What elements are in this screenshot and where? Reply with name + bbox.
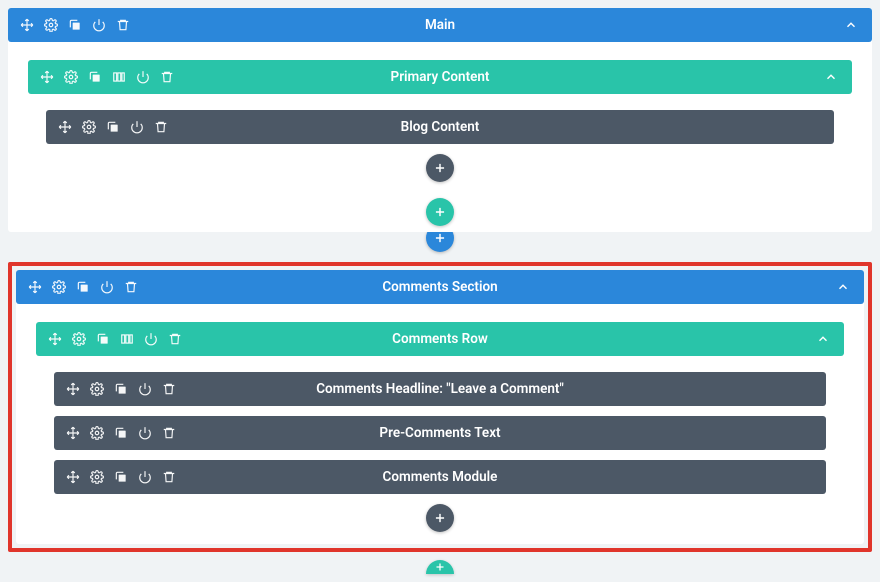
- collapse-button[interactable]: [836, 280, 864, 294]
- columns-icon[interactable]: [112, 70, 126, 84]
- collapse-button[interactable]: [816, 332, 844, 346]
- add-row-button-peek[interactable]: [426, 560, 454, 574]
- gear-icon[interactable]: [64, 70, 78, 84]
- power-icon[interactable]: [138, 426, 152, 440]
- duplicate-icon[interactable]: [88, 70, 102, 84]
- power-icon[interactable]: [92, 18, 106, 32]
- collapse-button[interactable]: [844, 18, 872, 32]
- trash-icon[interactable]: [168, 332, 182, 346]
- duplicate-icon[interactable]: [106, 120, 120, 134]
- module-pretext[interactable]: Pre-Comments Text: [54, 416, 826, 450]
- section-header-main[interactable]: Main: [8, 8, 872, 42]
- gear-icon[interactable]: [44, 18, 58, 32]
- trash-icon[interactable]: [162, 426, 176, 440]
- trash-icon[interactable]: [154, 120, 168, 134]
- section-body: Primary Content B: [8, 42, 872, 232]
- duplicate-icon[interactable]: [96, 332, 110, 346]
- row-header-comments[interactable]: Comments Row: [36, 322, 844, 356]
- move-icon[interactable]: [58, 120, 72, 134]
- power-icon[interactable]: [136, 70, 150, 84]
- duplicate-icon[interactable]: [114, 470, 128, 484]
- builder-canvas: Main Primary Content: [8, 8, 872, 574]
- section-comments: Comments Section Co: [16, 270, 864, 544]
- move-icon[interactable]: [66, 382, 80, 396]
- row-header-primary[interactable]: Primary Content: [28, 60, 852, 94]
- section-main: Main Primary Content: [8, 8, 872, 232]
- module-toolbar: [54, 426, 188, 440]
- gear-icon[interactable]: [52, 280, 66, 294]
- gear-icon[interactable]: [90, 382, 104, 396]
- add-module-button[interactable]: [426, 154, 454, 182]
- duplicate-icon[interactable]: [114, 382, 128, 396]
- module-toolbar: [46, 120, 180, 134]
- module-comments[interactable]: Comments Module: [54, 460, 826, 494]
- trash-icon[interactable]: [124, 280, 138, 294]
- row-comments: Comments Row: [36, 322, 844, 538]
- move-icon[interactable]: [20, 18, 34, 32]
- move-icon[interactable]: [48, 332, 62, 346]
- move-icon[interactable]: [28, 280, 42, 294]
- highlight-annotation: Comments Section Co: [8, 262, 872, 552]
- row-primary: Primary Content B: [28, 60, 852, 188]
- power-icon[interactable]: [144, 332, 158, 346]
- gear-icon[interactable]: [90, 426, 104, 440]
- gear-icon[interactable]: [82, 120, 96, 134]
- row-body: Comments Headline: "Leave a Comment": [36, 356, 844, 538]
- collapse-button[interactable]: [824, 70, 852, 84]
- section-header-comments[interactable]: Comments Section: [16, 270, 864, 304]
- power-icon[interactable]: [100, 280, 114, 294]
- duplicate-icon[interactable]: [76, 280, 90, 294]
- duplicate-icon[interactable]: [114, 426, 128, 440]
- row-toolbar: [36, 332, 194, 346]
- trash-icon[interactable]: [162, 382, 176, 396]
- row-body: Blog Content: [28, 94, 852, 188]
- power-icon[interactable]: [138, 470, 152, 484]
- duplicate-icon[interactable]: [68, 18, 82, 32]
- module-blog[interactable]: Blog Content: [46, 110, 834, 144]
- move-icon[interactable]: [40, 70, 54, 84]
- power-icon[interactable]: [138, 382, 152, 396]
- section-toolbar: [8, 18, 142, 32]
- move-icon[interactable]: [66, 426, 80, 440]
- move-icon[interactable]: [66, 470, 80, 484]
- gear-icon[interactable]: [72, 332, 86, 346]
- trash-icon[interactable]: [162, 470, 176, 484]
- module-toolbar: [54, 382, 188, 396]
- trash-icon[interactable]: [116, 18, 130, 32]
- columns-icon[interactable]: [120, 332, 134, 346]
- add-module-button[interactable]: [426, 504, 454, 532]
- power-icon[interactable]: [130, 120, 144, 134]
- add-row-button[interactable]: [426, 198, 454, 226]
- trash-icon[interactable]: [160, 70, 174, 84]
- gear-icon[interactable]: [90, 470, 104, 484]
- module-headline[interactable]: Comments Headline: "Leave a Comment": [54, 372, 826, 406]
- section-toolbar: [16, 280, 150, 294]
- module-toolbar: [54, 470, 188, 484]
- section-body: Comments Row: [16, 304, 864, 544]
- row-toolbar: [28, 70, 186, 84]
